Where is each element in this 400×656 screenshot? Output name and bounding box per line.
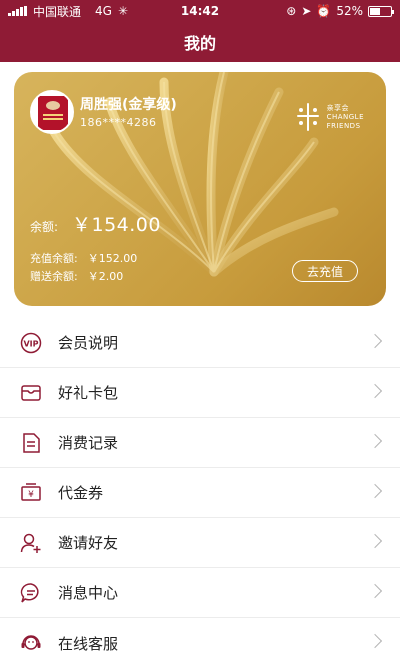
menu-item-label: 消费记录	[58, 434, 119, 452]
chevron-right-icon	[367, 483, 383, 499]
menu-item-label: 代金券	[58, 484, 104, 502]
alarm-icon: ⏰	[316, 4, 332, 18]
user-name: 周胜强(金享级)	[80, 97, 177, 113]
menu-item-coupons[interactable]: ¥ 代金券	[0, 468, 400, 518]
card-section: 周胜强(金享级) 186****4286 亲享会 CHANGLE FRIENDS…	[0, 62, 400, 318]
vip-icon: VIP	[20, 332, 42, 354]
menu-item-label: 在线客服	[58, 634, 119, 653]
brand-en-line2: FRIENDS	[326, 121, 361, 130]
chevron-right-icon	[367, 433, 383, 449]
chevron-right-icon	[367, 583, 383, 599]
loading-icon: ✳	[117, 4, 129, 18]
recharge-label: 充值余额:	[30, 252, 78, 265]
menu-item-invite[interactable]: 邀请好友	[0, 518, 400, 568]
brand-logo: 亲享会 CHANGLE FRIENDS	[295, 102, 364, 132]
brand-name: 亲享会	[326, 103, 350, 112]
user-phone: 186****4286	[80, 116, 157, 129]
menu-item-messages[interactable]: 消息中心	[0, 568, 400, 618]
status-bar: 中国联通 4G ✳ 14:42 ⊛ ➤ ⏰ 52%	[0, 0, 400, 22]
document-icon	[20, 432, 42, 454]
menu-item-service[interactable]: 在线客服	[0, 618, 400, 656]
recharge-value: ￥152.00	[87, 252, 138, 265]
brand-mark-icon	[296, 103, 319, 131]
chevron-right-icon	[367, 383, 383, 399]
menu-item-label: 好礼卡包	[58, 384, 119, 402]
chevron-right-icon	[367, 533, 383, 549]
coupon-icon: ¥	[20, 482, 42, 504]
svg-text:VIP: VIP	[23, 339, 38, 348]
network-label: 4G	[95, 4, 112, 18]
recharge-balance: 充值余额: ￥152.00	[30, 250, 137, 266]
location-icon: ➤	[301, 4, 312, 18]
topup-button[interactable]: 去充值	[292, 260, 358, 282]
service-icon	[20, 632, 42, 654]
add-user-icon	[20, 532, 42, 554]
gift-label: 赠送余额:	[30, 270, 78, 283]
member-card[interactable]: 周胜强(金享级) 186****4286 亲享会 CHANGLE FRIENDS…	[14, 72, 386, 306]
brand-en-line1: CHANGLE	[326, 112, 364, 121]
wallet-icon	[20, 382, 42, 404]
signal-icon	[8, 6, 27, 16]
gift-value: ￥2.00	[87, 270, 124, 283]
page-title: 我的	[183, 34, 216, 53]
menu-item-vip[interactable]: VIP 会员说明	[0, 318, 400, 368]
menu-item-label: 消息中心	[58, 584, 119, 602]
gift-balance: 赠送余额: ￥2.00	[30, 268, 123, 284]
balance-label: 余额:	[30, 220, 59, 234]
carrier-label: 中国联通	[33, 4, 82, 19]
nav-bar: 我的	[0, 22, 400, 62]
menu-item-records[interactable]: 消费记录	[0, 418, 400, 468]
chevron-right-icon	[367, 333, 383, 349]
menu-item-label: 邀请好友	[58, 534, 119, 552]
lock-rotation-icon: ⊛	[286, 4, 297, 18]
balance-value: ￥154.00	[72, 214, 161, 236]
menu-item-label: 会员说明	[58, 334, 119, 352]
battery-percent: 52%	[336, 4, 363, 18]
message-icon	[20, 582, 42, 604]
chevron-right-icon	[367, 633, 383, 649]
battery-icon	[368, 5, 394, 17]
svg-text:¥: ¥	[28, 490, 34, 500]
menu-item-gift-cards[interactable]: 好礼卡包	[0, 368, 400, 418]
menu-list: VIP 会员说明 好礼卡包 消费记录 ¥ 代金券 邀请好友 消息中心 在线客服	[0, 318, 400, 656]
avatar[interactable]	[30, 90, 74, 134]
